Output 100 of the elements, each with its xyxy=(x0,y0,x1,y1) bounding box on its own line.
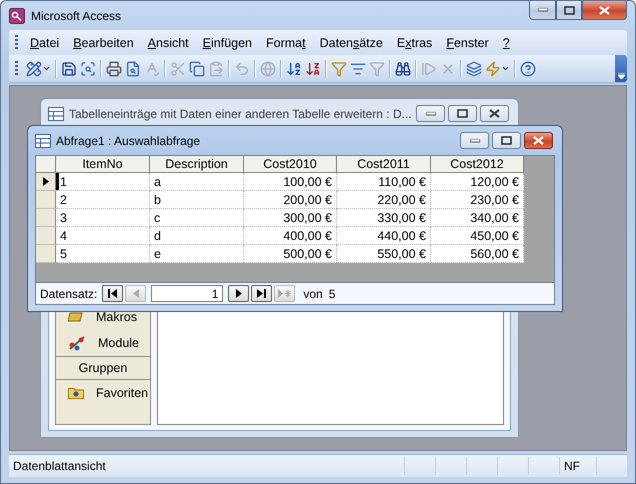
sidebar-item[interactable]: Makros xyxy=(96,310,137,324)
maximize-icon xyxy=(457,109,468,118)
column-header[interactable]: Description xyxy=(150,156,244,173)
table-cell: 560,00 € xyxy=(431,245,524,263)
window-icon xyxy=(466,60,482,76)
column-header[interactable]: Cost2011 xyxy=(337,156,431,173)
window-title: Tabelleneinträge mit Daten einer anderen Tabelle erweitern : D... xyxy=(69,106,412,120)
next-record-icon xyxy=(236,289,242,298)
table-cell: 1 xyxy=(56,173,150,191)
record-nav-button[interactable] xyxy=(228,285,250,302)
close-button[interactable] xyxy=(582,1,627,20)
menu-item[interactable]: Bearbeiten xyxy=(67,32,142,52)
maximize-button[interactable] xyxy=(448,105,477,122)
row-selector[interactable] xyxy=(36,173,56,191)
save-icon xyxy=(61,60,77,76)
table-icon xyxy=(48,106,64,120)
toolbar-options-button[interactable] xyxy=(615,55,627,82)
table-cell: 230,00 € xyxy=(431,191,524,209)
status-indicator: NF xyxy=(559,457,596,475)
minimize-button[interactable] xyxy=(529,1,556,20)
close-button[interactable] xyxy=(480,105,509,122)
close-icon xyxy=(599,6,610,14)
maximize-icon xyxy=(564,6,574,14)
close-icon xyxy=(533,136,544,145)
record-number-field[interactable]: 1 xyxy=(151,285,224,302)
close-icon xyxy=(489,109,500,118)
sort-ascending-icon xyxy=(286,60,302,76)
close-button[interactable] xyxy=(524,132,553,149)
window-title: Abfrage1 : Auswahlabfrage xyxy=(56,134,200,148)
restore-button[interactable] xyxy=(556,1,582,20)
table-cell: 5 xyxy=(56,245,150,263)
record-label: Datensatz: xyxy=(40,286,98,300)
menu-item[interactable]: Format xyxy=(260,32,314,52)
table-cell: 500,00 € xyxy=(244,245,337,263)
table-cell: 550,00 € xyxy=(337,245,431,263)
help-icon xyxy=(520,60,536,76)
table-cell: 4 xyxy=(56,227,150,245)
table-cell: 340,00 € xyxy=(431,209,524,227)
paste-icon xyxy=(208,60,224,76)
table-cell: c xyxy=(150,209,244,227)
modules-icon xyxy=(68,335,86,351)
table-icon xyxy=(35,134,51,148)
menu-item[interactable]: Extras xyxy=(390,32,440,52)
record-nav-button[interactable] xyxy=(102,285,124,302)
table-cell: 100,00 € xyxy=(244,173,337,191)
column-header[interactable]: Cost2010 xyxy=(244,156,337,173)
minimize-button[interactable] xyxy=(460,132,489,149)
table-cell: 330,00 € xyxy=(337,209,431,227)
print-icon xyxy=(106,60,122,76)
table-cell: 2 xyxy=(56,191,150,209)
menu-item[interactable]: ? xyxy=(496,32,518,52)
table-cell: b xyxy=(150,191,244,209)
column-header[interactable]: Cost2012 xyxy=(431,156,524,173)
table-cell: 200,00 € xyxy=(244,191,337,209)
search-icon xyxy=(80,60,96,76)
table-cell: d xyxy=(150,227,244,245)
sort-descending-icon xyxy=(305,60,321,76)
caret-icon xyxy=(618,73,624,79)
table-cell: 400,00 € xyxy=(244,227,337,245)
sidebar-group-header[interactable]: Gruppen xyxy=(56,356,150,380)
sidebar-item[interactable]: Favoriten xyxy=(96,386,148,400)
table-cell: 3 xyxy=(56,209,150,227)
new-record-icon xyxy=(278,289,292,298)
first-record-icon xyxy=(108,289,118,298)
minimize-icon xyxy=(538,8,548,12)
folder-star-icon xyxy=(68,387,84,399)
print-preview-icon xyxy=(125,60,141,76)
table-cell: 300,00 € xyxy=(244,209,337,227)
menu-item[interactable]: Ansicht xyxy=(142,32,197,52)
minimize-icon xyxy=(470,138,480,142)
window-title: Microsoft Access xyxy=(31,8,122,22)
maximize-icon xyxy=(501,136,512,145)
table-cell: a xyxy=(150,173,244,191)
cut-icon xyxy=(170,60,186,76)
menu-item[interactable]: Einfügen xyxy=(196,32,260,52)
menu-item[interactable]: Fenster xyxy=(440,32,497,52)
maximize-button[interactable] xyxy=(492,132,521,149)
menu-item[interactable]: Datensätze xyxy=(314,32,391,52)
undo-icon xyxy=(234,60,250,76)
previous-record-icon xyxy=(132,289,139,298)
menu-item[interactable]: Datei xyxy=(24,32,68,52)
record-nav-button[interactable] xyxy=(251,285,272,302)
filter-icon xyxy=(369,60,385,76)
table-cell: 120,00 € xyxy=(431,173,524,191)
table-cell: 450,00 € xyxy=(431,227,524,245)
column-header[interactable]: ItemNo xyxy=(56,156,150,173)
copy-icon xyxy=(189,60,205,76)
new-record-icon xyxy=(421,60,437,76)
table-cell: 220,00 € xyxy=(337,191,431,209)
minimize-icon xyxy=(426,112,436,116)
ruler-pencil-icon xyxy=(26,60,42,76)
filter-form-icon xyxy=(350,60,366,76)
table-cell: e xyxy=(150,245,244,263)
sidebar-item[interactable]: Module xyxy=(98,336,139,350)
filter-icon xyxy=(331,60,347,76)
status-text: Datenblattansicht xyxy=(12,459,107,473)
table-cell: 440,00 € xyxy=(337,227,431,245)
minimize-button[interactable] xyxy=(416,105,445,122)
caret-icon xyxy=(42,64,51,73)
record-count-label: von xyxy=(303,286,323,300)
